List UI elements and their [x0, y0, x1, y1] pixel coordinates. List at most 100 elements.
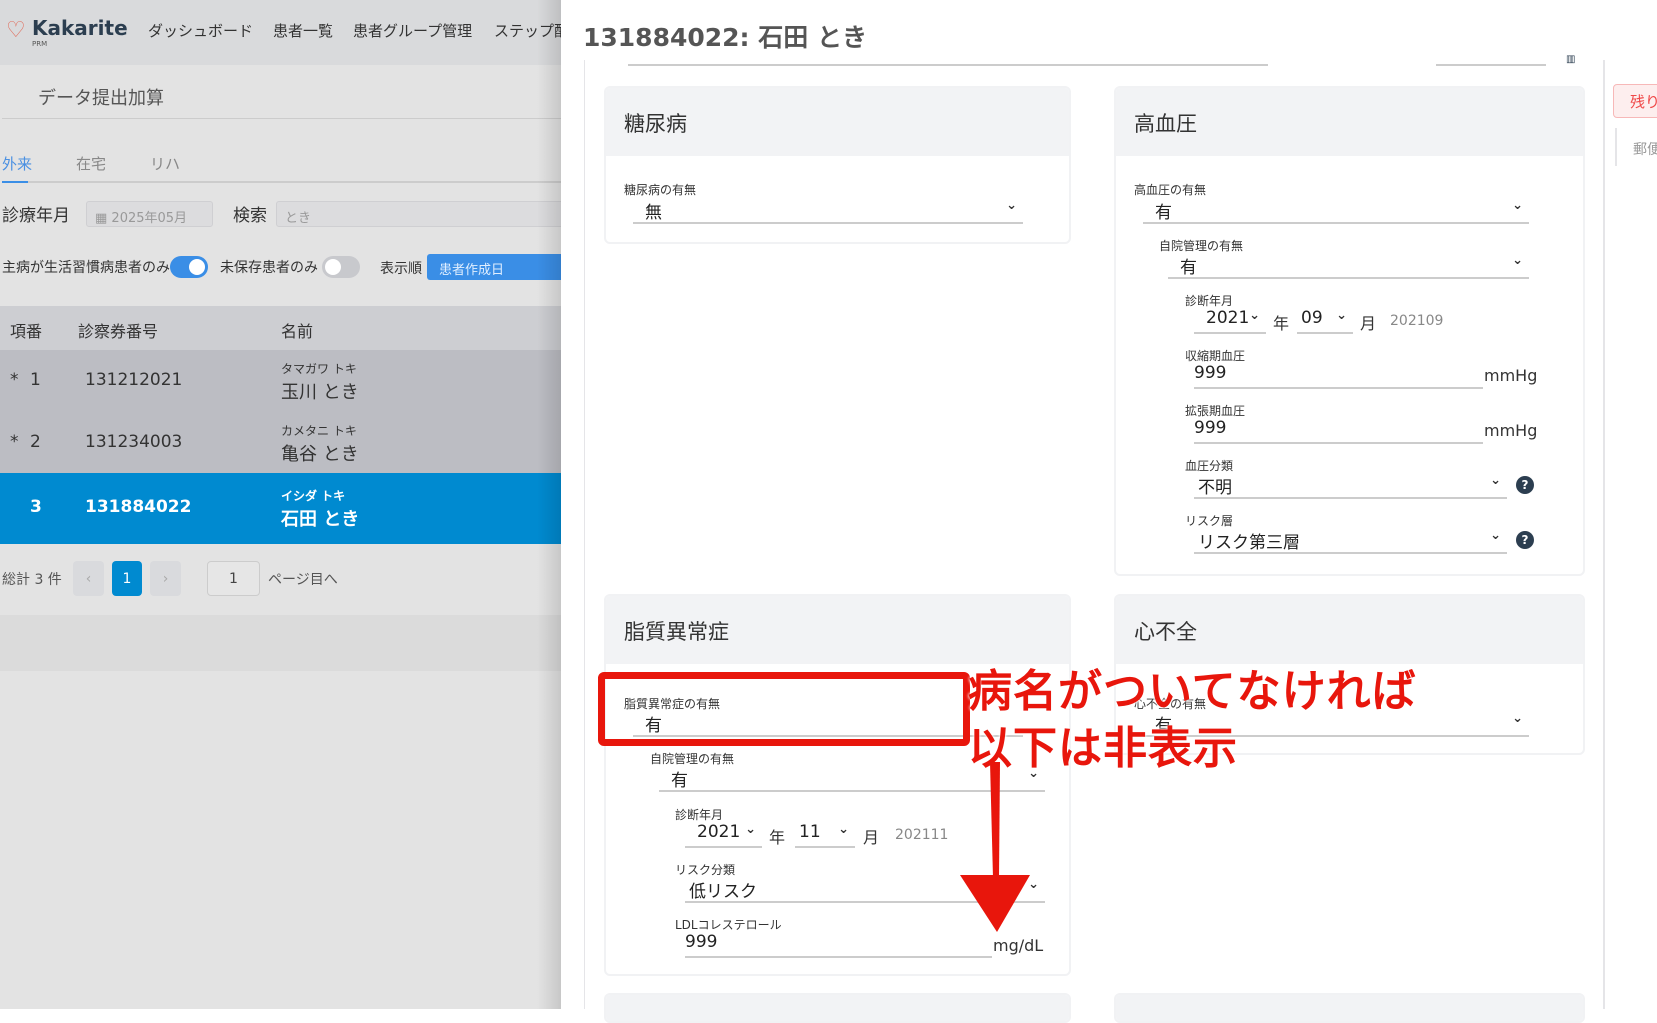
- month-input[interactable]: ▦ 2025年05月: [86, 201, 213, 227]
- bp-class-select[interactable]: 不明 ⌄: [1194, 471, 1507, 499]
- search-input[interactable]: とき: [276, 201, 561, 227]
- goto-label: ページ目へ: [268, 572, 338, 588]
- nav-patient-groups[interactable]: 患者グループ管理: [353, 20, 472, 41]
- tab-outpatient[interactable]: 外来: [2, 153, 32, 174]
- toggle1-label: 主病が生活習慣病患者のみ: [2, 260, 170, 276]
- card-title: 心不全: [1116, 596, 1583, 664]
- risk-layer-select[interactable]: リスク第三層 ⌄: [1194, 526, 1507, 554]
- help-icon[interactable]: ?: [1516, 531, 1534, 549]
- search-label: 検索: [233, 206, 267, 226]
- row-kana: イシダ トキ: [281, 489, 346, 503]
- row-kana: タマガワ トキ: [281, 362, 357, 376]
- row-card: 131212021: [85, 370, 183, 390]
- tab-rehab[interactable]: リハ: [150, 153, 180, 174]
- ym-value: 202109: [1390, 313, 1444, 329]
- diabetes-card: 糖尿病 糖尿病の有無 無 ⌄: [604, 86, 1071, 244]
- calendar-icon[interactable]: ▥: [1566, 54, 1575, 65]
- row-no: 2: [30, 432, 41, 452]
- hypertension-mgmt-select[interactable]: 有 ⌄: [1168, 251, 1529, 279]
- row-card: 131884022: [85, 497, 192, 517]
- hypertension-year-select[interactable]: 2021 ⌄: [1194, 306, 1266, 334]
- nav-dashboard[interactable]: ダッシュボード: [148, 20, 253, 41]
- chevron-down-icon: ⌄: [1512, 198, 1523, 213]
- header-name[interactable]: 名前: [281, 318, 313, 342]
- select-value: 2021: [1206, 308, 1250, 328]
- row-mark: *: [10, 370, 19, 390]
- unit-label: mmHg: [1484, 421, 1538, 440]
- card-title: 糖尿病: [606, 88, 1069, 156]
- tab-home[interactable]: 在宅: [76, 153, 106, 174]
- select-value: リスク第三層: [1198, 533, 1300, 553]
- select-value: 無: [645, 203, 662, 223]
- annotation-highlight-box: [598, 672, 970, 746]
- next-page-button[interactable]: ›: [150, 561, 181, 596]
- heart-logo-icon: ♡: [6, 18, 26, 43]
- month-value: 2025年05月: [111, 211, 188, 226]
- active-tab-indicator: [2, 181, 28, 183]
- table-row-selected[interactable]: 3 131884022 イシダ トキ 石田 とき: [0, 473, 561, 544]
- scroll-left-border: [584, 60, 585, 1009]
- page-title: データ提出加算: [38, 88, 164, 109]
- hypertension-card: 高血圧 高血圧の有無 有 ⌄ 自院管理の有無 有 ⌄ 診断年月 2021 ⌄ 年 09…: [1114, 86, 1585, 576]
- side-divider: [1615, 128, 1617, 166]
- select-value: 低リスク: [689, 882, 757, 902]
- lifestyle-only-toggle[interactable]: [170, 256, 208, 278]
- ldl-input[interactable]: 999: [685, 930, 992, 958]
- help-icon[interactable]: ?: [1516, 476, 1534, 494]
- next-card: [1114, 993, 1585, 1023]
- sort-label: 表示順: [380, 261, 422, 277]
- select-value: 2021: [697, 822, 741, 842]
- chevron-down-icon: ⌄: [1490, 528, 1501, 543]
- chevron-down-icon: ⌄: [1249, 308, 1260, 323]
- unit-label: mg/dL: [993, 936, 1044, 955]
- month-label: 診療年月: [2, 206, 70, 226]
- goto-page-input[interactable]: 1: [207, 561, 260, 596]
- scroll-right-border: [1603, 60, 1605, 1009]
- tab-bar: [2, 181, 561, 183]
- nav-steps[interactable]: ステップ配: [494, 20, 561, 41]
- table-row[interactable]: * 2 131234003 カメタニ トキ 亀谷 とき: [0, 412, 561, 473]
- hypertension-month-select[interactable]: 09 ⌄: [1297, 306, 1353, 334]
- hypertension-presence-select[interactable]: 有 ⌄: [1143, 196, 1529, 224]
- chevron-down-icon: ⌄: [838, 822, 849, 837]
- sort-button[interactable]: 患者作成日: [427, 254, 561, 280]
- page-1-button[interactable]: 1: [112, 561, 142, 596]
- annotation-line1: 病名がついてなければ: [968, 666, 1417, 717]
- year-unit: 年: [1273, 314, 1290, 333]
- remaining-button[interactable]: 残り: [1613, 84, 1657, 118]
- card-title: 高血圧: [1116, 88, 1583, 156]
- select-value: 有: [1180, 258, 1197, 278]
- dyslipidemia-year-select[interactable]: 2021 ⌄: [685, 820, 762, 848]
- logo-sub: PRM: [32, 40, 48, 48]
- header-no[interactable]: 項番: [10, 318, 42, 342]
- select-value: 11: [799, 822, 821, 842]
- dyslipidemia-month-select[interactable]: 11 ⌄: [795, 820, 855, 848]
- select-value: 不明: [1198, 478, 1232, 498]
- prev-page-button[interactable]: ‹: [73, 561, 104, 596]
- systolic-input[interactable]: 999: [1194, 361, 1483, 389]
- select-value: 有: [671, 771, 688, 791]
- unsaved-only-toggle[interactable]: [322, 256, 360, 278]
- table-row[interactable]: * 1 131212021 タマガワ トキ 玉川 とき: [0, 350, 561, 412]
- row-kana: カメタニ トキ: [281, 424, 357, 438]
- row-name: 石田 とき: [281, 509, 360, 530]
- chevron-down-icon: ⌄: [1512, 253, 1523, 268]
- diastolic-input[interactable]: 999: [1194, 416, 1483, 444]
- year-unit: 年: [769, 828, 786, 847]
- table-header: 項番 診察券番号 名前: [0, 306, 561, 350]
- unit-label: mmHg: [1484, 366, 1538, 385]
- total-count: 総計 3 件: [2, 572, 62, 588]
- patient-list-panel: ♡ Kakarite PRM ダッシュボード 患者一覧 患者グループ管理 ステッ…: [0, 0, 561, 1009]
- diabetes-presence-select[interactable]: 無 ⌄: [633, 196, 1023, 224]
- chevron-down-icon: ⌄: [1490, 473, 1501, 488]
- drawer-title: 131884022: 石田 とき: [583, 23, 867, 52]
- card-title: 脂質異常症: [606, 596, 1069, 664]
- logo[interactable]: Kakarite: [32, 16, 128, 40]
- chevron-down-icon: ⌄: [1336, 308, 1347, 323]
- chevron-down-icon: ⌄: [1006, 198, 1017, 213]
- row-card: 131234003: [85, 432, 183, 452]
- footer-area: [0, 615, 561, 671]
- nav-patients[interactable]: 患者一覧: [273, 20, 333, 41]
- header-card[interactable]: 診察券番号: [78, 318, 158, 342]
- row-no: 1: [30, 370, 41, 390]
